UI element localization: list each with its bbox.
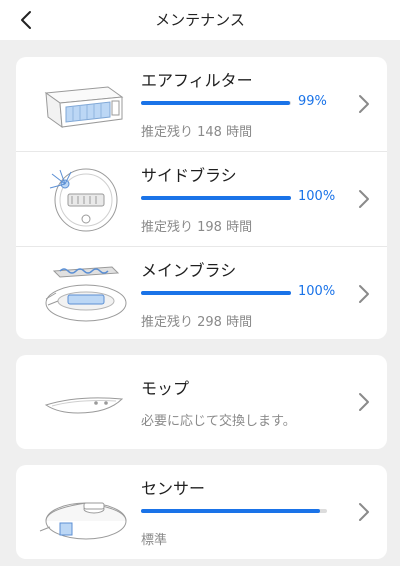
- side-brush-progress: [141, 196, 291, 200]
- air-filter-icon: [44, 86, 124, 129]
- mop-icon: [44, 397, 124, 414]
- air-filter-progress: [141, 101, 291, 105]
- main-brush-progress-fill: [141, 291, 291, 295]
- side-brush-remaining: 推定残り 198 時間: [141, 220, 253, 235]
- air-filter-row[interactable]: エアフィルター 99% 推定残り 148 時間: [16, 57, 387, 151]
- mop-card: モップ 必要に応じて交換します。: [16, 355, 387, 449]
- sensor-status-fill: [141, 509, 320, 513]
- main-brush-progress: [141, 291, 291, 295]
- mop-row[interactable]: モップ 必要に応じて交換します。: [16, 355, 387, 449]
- sensor-title: センサー: [141, 479, 206, 498]
- side-brush-icon: [49, 168, 118, 232]
- mop-note: 必要に応じて交換します。: [141, 414, 296, 429]
- robot-vacuum-icon: [39, 502, 127, 540]
- chevron-right-icon: [359, 95, 369, 113]
- main-brush-icon: [45, 266, 127, 322]
- main-brush-title: メインブラシ: [141, 261, 237, 280]
- page-title: メンテナンス: [155, 11, 245, 29]
- side-brush-row[interactable]: サイドブラシ 100% 推定残り 198 時間: [16, 152, 387, 246]
- consumables-card: エアフィルター 99% 推定残り 148 時間 サイドブラシ 100% 推定残り…: [16, 57, 387, 339]
- chevron-right-icon: [359, 393, 369, 411]
- main-brush-row[interactable]: メインブラシ 100% 推定残り 298 時間: [16, 247, 387, 339]
- sensor-card: センサー 標準: [16, 465, 387, 559]
- sensor-status: 標準: [141, 533, 168, 548]
- main-brush-remaining: 推定残り 298 時間: [141, 315, 253, 330]
- mop-title: モップ: [141, 379, 190, 398]
- side-brush-title: サイドブラシ: [141, 166, 237, 185]
- chevron-right-icon: [359, 285, 369, 303]
- chevron-right-icon: [359, 190, 369, 208]
- air-filter-percent: 99%: [298, 94, 327, 109]
- air-filter-progress-fill: [141, 101, 290, 105]
- air-filter-title: エアフィルター: [141, 71, 253, 90]
- sensor-row[interactable]: センサー 標準: [16, 465, 387, 559]
- side-brush-progress-fill: [141, 196, 291, 200]
- chevron-right-icon: [359, 503, 369, 521]
- top-bar: メンテナンス: [0, 0, 400, 40]
- main-brush-percent: 100%: [298, 284, 336, 299]
- sensor-status-bar: [141, 509, 327, 513]
- side-brush-percent: 100%: [298, 189, 336, 204]
- air-filter-remaining: 推定残り 148 時間: [141, 125, 253, 140]
